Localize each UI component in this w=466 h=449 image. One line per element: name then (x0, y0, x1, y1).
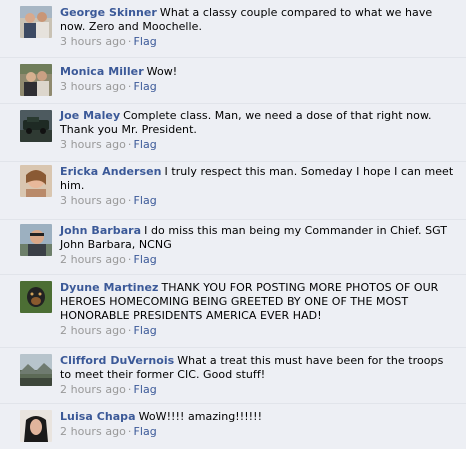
comment-item: Dyune Martinez THANK YOU FOR POSTING MORE… (0, 275, 466, 348)
comment-author-link[interactable]: Luisa Chapa (60, 410, 136, 423)
comment-item: Ericka Andersen I truly respect this man.… (0, 162, 466, 220)
comment-item: Clifford DuVernois What a treat this must… (0, 348, 466, 404)
comment-meta: 2 hours ago · Flag (60, 383, 458, 397)
flag-link[interactable]: Flag (133, 425, 156, 438)
flag-link[interactable]: Flag (133, 80, 156, 93)
comment-timestamp[interactable]: 2 hours ago (60, 324, 126, 337)
comment-timestamp[interactable]: 2 hours ago (60, 253, 126, 266)
comment-timestamp[interactable]: 2 hours ago (60, 383, 126, 396)
comment-author-link[interactable]: John Barbara (60, 224, 141, 237)
meta-separator: · (127, 80, 132, 93)
comment-author-link[interactable]: Clifford DuVernois (60, 354, 174, 367)
flag-link[interactable]: Flag (133, 253, 156, 266)
comment-body: John Barbara I do miss this man being my … (60, 224, 458, 267)
comment-author-link[interactable]: George Skinner (60, 6, 157, 19)
meta-separator: · (127, 194, 132, 207)
meta-separator: · (127, 324, 132, 337)
avatar-person-photo-icon (20, 165, 52, 197)
comment-text: Wow! (146, 65, 178, 78)
comment-author-link[interactable]: Monica Miller (60, 65, 144, 78)
comment-author-link[interactable]: Ericka Andersen (60, 165, 162, 178)
avatar-landscape-photo-icon (20, 354, 52, 386)
meta-separator: · (127, 253, 132, 266)
meta-separator: · (127, 138, 132, 151)
comment-text: WoW!!!! amazing!!!!!! (138, 410, 263, 423)
comment-timestamp[interactable]: 3 hours ago (60, 138, 126, 151)
comment-body: George Skinner What a classy couple compa… (60, 6, 458, 49)
comment-timestamp[interactable]: 2 hours ago (60, 425, 126, 438)
comment-body: Dyune Martinez THANK YOU FOR POSTING MORE… (60, 281, 458, 338)
avatar-person-photo-icon (20, 410, 52, 442)
flag-link[interactable]: Flag (133, 383, 156, 396)
comment-list: George Skinner What a classy couple compa… (0, 0, 466, 449)
flag-link[interactable]: Flag (133, 194, 156, 207)
avatar[interactable] (20, 6, 52, 38)
avatar[interactable] (20, 281, 52, 313)
comment-meta: 3 hours ago · Flag (60, 138, 458, 152)
flag-link[interactable]: Flag (133, 138, 156, 151)
comment-author-link[interactable]: Dyune Martinez (60, 281, 158, 294)
meta-separator: · (127, 35, 132, 48)
comment-meta: 3 hours ago · Flag (60, 35, 458, 49)
comment-body: Luisa Chapa WoW!!!! amazing!!!!!! 2 hours… (60, 410, 458, 439)
avatar-couple-photo-icon (20, 64, 52, 96)
comment-item: Joe Maley Complete class. Man, we need a … (0, 104, 466, 162)
comment-timestamp[interactable]: 3 hours ago (60, 80, 126, 93)
comment-meta: 2 hours ago · Flag (60, 253, 458, 267)
avatar-vehicle-photo-icon (20, 110, 52, 142)
comment-item: Luisa Chapa WoW!!!! amazing!!!!!! 2 hours… (0, 404, 466, 449)
flag-link[interactable]: Flag (133, 324, 156, 337)
avatar[interactable] (20, 64, 52, 96)
meta-separator: · (127, 425, 132, 438)
comment-author-link[interactable]: Joe Maley (60, 109, 120, 122)
comment-meta: 3 hours ago · Flag (60, 80, 458, 94)
avatar[interactable] (20, 110, 52, 142)
comment-timestamp[interactable]: 3 hours ago (60, 35, 126, 48)
comment-item: Monica Miller Wow! 3 hours ago · Flag (0, 58, 466, 104)
comment-item: George Skinner What a classy couple compa… (0, 0, 466, 58)
comment-item: John Barbara I do miss this man being my … (0, 220, 466, 275)
avatar-couple-photo-icon (20, 6, 52, 38)
avatar-dog-photo-icon (20, 281, 52, 313)
comment-body: Ericka Andersen I truly respect this man.… (60, 165, 458, 208)
flag-link[interactable]: Flag (133, 35, 156, 48)
comment-meta: 2 hours ago · Flag (60, 324, 458, 338)
avatar[interactable] (20, 354, 52, 386)
meta-separator: · (127, 383, 132, 396)
avatar[interactable] (20, 224, 52, 256)
comment-meta: 3 hours ago · Flag (60, 194, 458, 208)
comment-body: Monica Miller Wow! 3 hours ago · Flag (60, 65, 458, 94)
avatar[interactable] (20, 410, 52, 442)
avatar[interactable] (20, 165, 52, 197)
comment-body: Clifford DuVernois What a treat this must… (60, 354, 458, 397)
avatar-person-photo-icon (20, 224, 52, 256)
comment-body: Joe Maley Complete class. Man, we need a … (60, 109, 458, 152)
comment-timestamp[interactable]: 3 hours ago (60, 194, 126, 207)
comment-meta: 2 hours ago · Flag (60, 425, 458, 439)
